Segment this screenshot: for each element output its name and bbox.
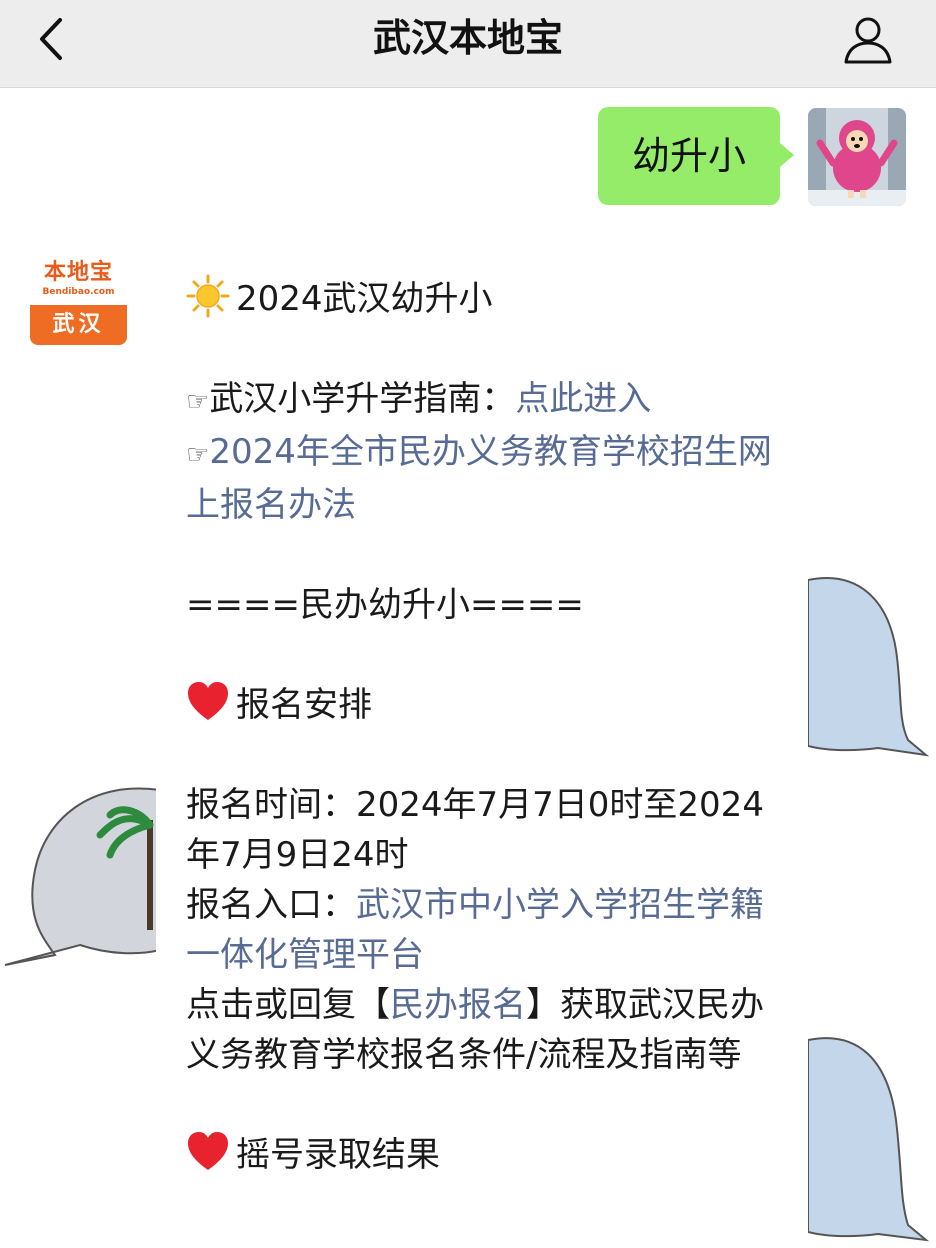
- cartoon-character-image: [808, 108, 906, 206]
- signup-time-label: 报名时间：: [186, 785, 356, 825]
- lottery-heading: 摇号录取结果: [236, 1135, 440, 1175]
- signup-heading: 报名安排: [236, 685, 372, 725]
- lottery-heading-line: 摇号录取结果: [186, 1130, 786, 1180]
- navigation-bar: 武汉本地宝: [0, 0, 936, 88]
- message-title: 2024武汉幼升小: [236, 279, 493, 319]
- reply-prefix: 点击或回复【: [186, 985, 390, 1025]
- guide-link[interactable]: 点此进入: [515, 379, 651, 419]
- pointing-hand-icon: ☞: [186, 387, 210, 417]
- reply-keyword-link[interactable]: 民办报名: [390, 985, 526, 1025]
- heart-icon: [188, 1132, 228, 1170]
- page-title: 武汉本地宝: [372, 16, 563, 60]
- entry-label: 报名入口：: [186, 885, 356, 925]
- account-avatar[interactable]: 本地宝 Bendibao.com 武汉: [30, 256, 127, 345]
- outgoing-message-text: 幼升小: [631, 134, 746, 178]
- outgoing-message-bubble[interactable]: 幼升小: [598, 107, 794, 205]
- user-avatar[interactable]: [808, 108, 906, 206]
- pointing-hand-icon: ☞: [186, 440, 210, 470]
- account-logo-url: Bendibao.com: [42, 287, 115, 297]
- speech-bubble-doodle-right-bottom: [808, 1037, 930, 1242]
- policy-line: ☞2024年全市民办义务教育学校招生网上报名办法: [186, 427, 786, 530]
- sun-icon: [186, 274, 230, 318]
- account-logo-text: 本地宝: [43, 260, 113, 285]
- person-icon[interactable]: [840, 12, 896, 68]
- speech-bubble-doodle-left: [4, 787, 160, 966]
- reply-line: 点击或回复【民办报名】获取武汉民办义务教育学校报名条件/流程及指南等: [186, 980, 786, 1080]
- guide-line: ☞武汉小学升学指南：点此进入: [186, 374, 786, 427]
- policy-link[interactable]: 2024年全市民办义务教育学校招生网上报名办法: [186, 432, 772, 525]
- speech-bubble-doodle-right-top: [808, 577, 930, 757]
- incoming-message-bubble: 2024武汉幼升小 ☞武汉小学升学指南：点此进入 ☞2024年全市民办义务教育学…: [156, 236, 808, 1248]
- signup-time-line: 报名时间：2024年7月7日0时至2024年7月9日24时: [186, 780, 786, 880]
- guide-prefix: 武汉小学升学指南：: [209, 379, 516, 419]
- section-header: ====民办幼升小====: [186, 585, 584, 625]
- account-city-label: 武汉: [30, 305, 127, 345]
- signup-heading-line: 报名安排: [186, 680, 786, 730]
- entry-line: 报名入口：武汉市中小学入学招生学籍一体化管理平台: [186, 880, 786, 980]
- message-title-line: 2024武汉幼升小: [186, 274, 786, 324]
- heart-icon: [188, 682, 228, 720]
